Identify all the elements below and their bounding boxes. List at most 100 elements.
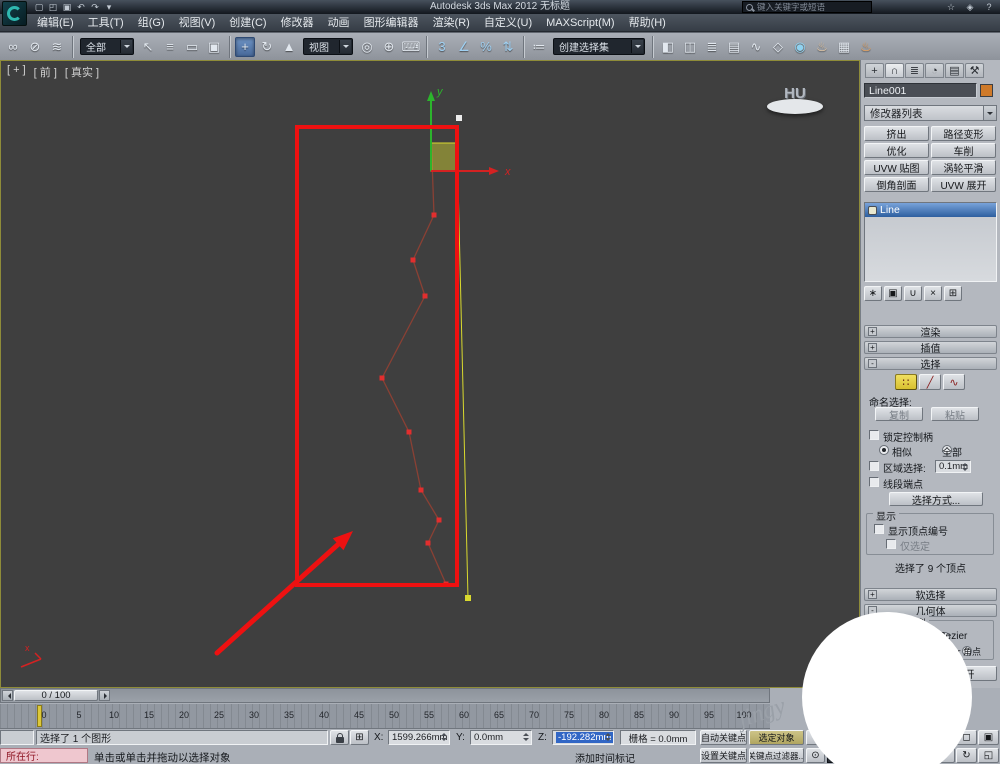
workspaces-dropdown-icon[interactable]: ▾ xyxy=(102,2,116,13)
add-time-tag-button[interactable]: 添加时间标记 xyxy=(575,750,635,764)
menu-animation[interactable]: 动画 xyxy=(321,14,357,32)
bind-to-spacewarp-icon[interactable]: ≋ xyxy=(47,37,67,57)
end-vertex[interactable] xyxy=(465,595,471,601)
percent-snap-icon[interactable]: % xyxy=(476,37,496,57)
modifier-set-button[interactable]: 倒角剖面 xyxy=(864,177,929,192)
vertex-subobject-icon[interactable]: ∷ xyxy=(895,374,917,390)
selected-vertex[interactable] xyxy=(422,293,428,299)
select-and-scale-icon[interactable]: ▲ xyxy=(279,37,299,57)
menu-graph-editors[interactable]: 图形编辑器 xyxy=(357,14,426,32)
selected-vertex[interactable] xyxy=(418,487,424,493)
previous-frame-arrow[interactable] xyxy=(2,690,13,701)
menu-create[interactable]: 创建(C) xyxy=(222,14,273,32)
schematic-view-icon[interactable]: ◇ xyxy=(768,37,788,57)
configure-modifier-sets-icon[interactable]: ⊞ xyxy=(944,286,962,301)
redo-icon[interactable]: ↷ xyxy=(88,2,102,13)
set-key-button[interactable]: 设置关键点 xyxy=(700,748,747,763)
area-selection-checkbox[interactable] xyxy=(869,461,879,471)
select-and-manipulate-icon[interactable]: ⊕ xyxy=(379,37,399,57)
menu-modifiers[interactable]: 修改器 xyxy=(274,14,321,32)
tab-create[interactable]: + xyxy=(865,63,884,78)
modifier-stack-list[interactable]: Line xyxy=(864,202,997,282)
modifier-set-button[interactable]: 涡轮平滑 xyxy=(931,160,996,175)
selected-vertex[interactable] xyxy=(410,257,416,263)
orbit-icon[interactable]: ↻ xyxy=(956,748,977,763)
undo-icon[interactable]: ↶ xyxy=(74,2,88,13)
selected-filter-dropdown[interactable]: 选定对象 xyxy=(749,730,804,745)
dropdown-arrow-icon[interactable] xyxy=(983,106,996,120)
window-crossing-icon[interactable]: ▣ xyxy=(204,37,224,57)
area-threshold-field[interactable]: 0.1mm xyxy=(935,460,971,473)
zoom-extents-all-icon[interactable]: ▣ xyxy=(978,730,999,745)
align-icon[interactable]: ◫ xyxy=(680,37,700,57)
reference-coordinate-dropdown[interactable]: 视图 xyxy=(303,38,353,55)
menu-help[interactable]: 帮助(H) xyxy=(622,14,673,32)
absolute-offset-toggle[interactable]: ⊞ xyxy=(350,730,369,745)
select-object-icon[interactable]: ↖ xyxy=(138,37,158,57)
similar-radio[interactable] xyxy=(879,445,889,455)
use-pivot-center-icon[interactable]: ◎ xyxy=(357,37,377,57)
select-by-button[interactable]: 选择方式... xyxy=(889,492,983,506)
x-coordinate-field[interactable]: 1599.266mm xyxy=(388,730,450,745)
remove-modifier-icon[interactable]: × xyxy=(924,286,942,301)
modifier-set-button[interactable]: 车削 xyxy=(931,143,996,158)
tab-motion[interactable]: ◔ xyxy=(925,63,944,78)
dropdown-arrow-icon[interactable] xyxy=(339,40,351,53)
selected-only-checkbox[interactable] xyxy=(886,539,896,549)
show-end-result-icon[interactable]: ▣ xyxy=(884,286,902,301)
selected-vertex[interactable] xyxy=(406,429,412,435)
menu-maxscript[interactable]: MAXScript(M) xyxy=(539,14,621,32)
spline-line001[interactable] xyxy=(381,131,447,585)
modifier-set-button[interactable]: 挤出 xyxy=(864,126,929,141)
keyboard-override-icon[interactable]: ⌨ xyxy=(401,37,421,57)
favorites-star-icon[interactable]: ☆ xyxy=(944,2,958,13)
stack-item-line[interactable]: Line xyxy=(865,203,996,217)
dropdown-arrow-icon[interactable] xyxy=(120,40,132,53)
rollout-interpolation[interactable]: + 插值 xyxy=(864,341,997,355)
viewport-menu-shading[interactable]: [ 真实 ] xyxy=(65,64,99,80)
z-coordinate-field[interactable]: -192.282mm xyxy=(552,730,614,745)
rollout-rendering[interactable]: + 渲染 xyxy=(864,325,997,339)
named-selection-copy-button[interactable]: 复制 xyxy=(875,407,923,421)
layer-manager-icon[interactable]: ≣ xyxy=(702,37,722,57)
viewport-front[interactable]: y x x [ + ] [ 前 ] [ 真实 ] HU xyxy=(0,60,860,688)
expand-icon[interactable]: + xyxy=(868,590,877,599)
area-threshold-spinner[interactable] xyxy=(960,462,969,472)
collapse-icon[interactable]: - xyxy=(868,359,877,368)
viewcube[interactable]: HU xyxy=(763,83,827,119)
menu-views[interactable]: 视图(V) xyxy=(172,14,223,32)
gizmo-xy-plane-handle[interactable] xyxy=(430,142,458,172)
maximize-viewport-icon[interactable]: ◱ xyxy=(978,748,999,763)
select-and-link-icon[interactable]: ∞ xyxy=(3,37,23,57)
rollout-soft-selection[interactable]: + 软选择 xyxy=(864,588,997,602)
menu-tools[interactable]: 工具(T) xyxy=(81,14,131,32)
z-spinner[interactable] xyxy=(603,732,612,743)
segment-subobject-icon[interactable]: ╱ xyxy=(919,374,941,390)
next-frame-arrow[interactable] xyxy=(99,690,110,701)
menu-edit[interactable]: 编辑(E) xyxy=(30,14,81,32)
time-slider-handle[interactable]: 0 / 100 xyxy=(14,690,98,701)
viewport-menu-view[interactable]: [ 前 ] xyxy=(34,64,57,80)
unlink-selection-icon[interactable]: ⊘ xyxy=(25,37,45,57)
auto-key-button[interactable]: 自动关键点 xyxy=(700,730,747,745)
viewport-canvas[interactable]: y x x xyxy=(1,61,859,687)
make-unique-icon[interactable]: ∪ xyxy=(904,286,922,301)
viewport-menu-plus[interactable]: [ + ] xyxy=(7,64,26,80)
angle-snap-icon[interactable]: ∠ xyxy=(454,37,474,57)
open-file-icon[interactable]: ◰ xyxy=(46,2,60,13)
curve-editor-icon[interactable]: ∿ xyxy=(746,37,766,57)
tab-modify[interactable]: ∩ xyxy=(885,63,904,78)
new-file-icon[interactable]: ▢ xyxy=(32,2,46,13)
selected-vertex[interactable] xyxy=(431,212,437,218)
modifier-list-dropdown[interactable]: 修改器列表 xyxy=(864,105,997,121)
selection-lock-toggle[interactable] xyxy=(330,730,349,745)
y-coordinate-field[interactable]: 0.0mm xyxy=(470,730,532,745)
maxscript-mini-listener[interactable]: 所在行: xyxy=(0,748,88,763)
help-icon[interactable]: ? xyxy=(982,2,996,12)
menu-customize[interactable]: 自定义(U) xyxy=(477,14,539,32)
edit-named-selections-icon[interactable]: ≔ xyxy=(529,37,549,57)
save-icon[interactable]: ▣ xyxy=(60,2,74,13)
x-spinner[interactable] xyxy=(439,732,448,743)
dropdown-arrow-icon[interactable] xyxy=(631,40,643,53)
segment-end-checkbox[interactable] xyxy=(869,477,879,487)
